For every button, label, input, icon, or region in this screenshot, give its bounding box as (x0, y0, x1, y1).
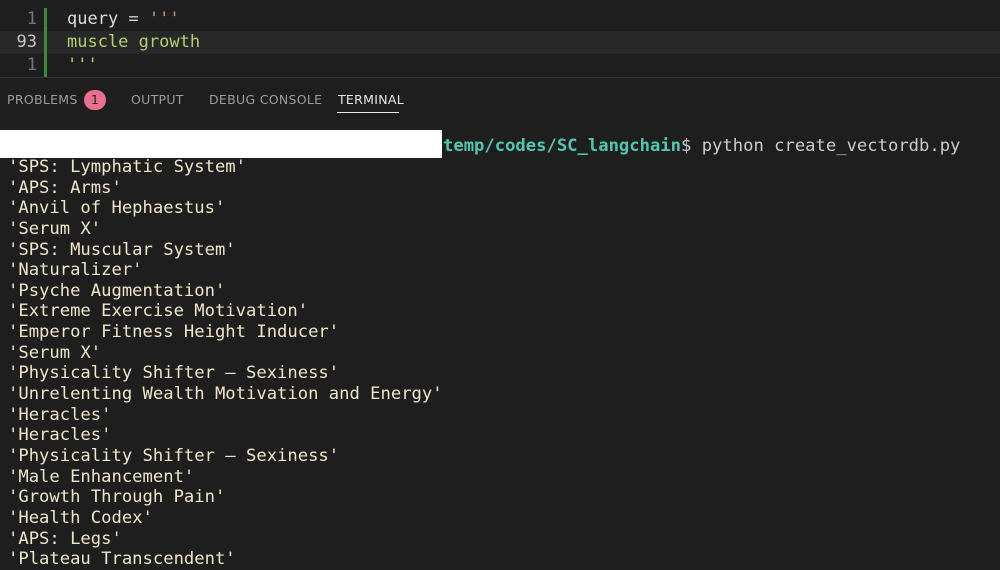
output-line: 'APS: Legs' (8, 528, 122, 549)
terminal-output: 'SPS: Lymphatic System' 'APS: Arms' 'Anv… (8, 157, 443, 570)
output-line: 'Heracles' (8, 404, 112, 425)
code-line[interactable]: 1 query = ''' (0, 8, 1000, 31)
output-line: 'Psyche Augmentation' (8, 280, 226, 301)
output-line: 'Extreme Exercise Motivation' (8, 301, 309, 322)
indent-guide (44, 54, 47, 77)
string-token: ''' (148, 9, 180, 29)
panel-tabs: PROBLEMS OUTPUT DEBUG CONSOLE TERMINAL (0, 78, 1000, 120)
code-text: query = ''' (67, 8, 180, 31)
indent-guide (44, 31, 47, 54)
output-line: 'Male Enhancement' (8, 466, 195, 487)
tab-debug-console[interactable]: DEBUG CONSOLE (209, 92, 322, 108)
output-line: 'Physicality Shifter – Sexiness' (8, 445, 340, 466)
variable-token: query (67, 9, 119, 29)
operator-token: = (118, 9, 149, 29)
redacted-prompt-prefix (0, 130, 442, 158)
output-line: 'Emperor Fitness Height Inducer' (8, 322, 340, 343)
prompt-line: temp/codes/SC_langchain$ python create_v… (443, 134, 960, 158)
output-line: 'Physicality Shifter – Sexiness' (8, 363, 340, 384)
output-line: 'Heracles' (8, 425, 112, 446)
code-line[interactable]: 1 ''' (0, 54, 1000, 77)
output-line: 'Anvil of Hephaestus' (8, 198, 226, 219)
prompt-command: python create_vectordb.py (691, 136, 961, 156)
output-line: 'Health Codex' (8, 507, 153, 528)
output-line: 'APS: Arms' (8, 177, 122, 198)
vscode-window: 2 1 query = ''' 93 muscle growth 1 ''' P… (0, 0, 1000, 570)
code-editor[interactable]: 2 1 query = ''' 93 muscle growth 1 ''' (0, 0, 1000, 77)
tab-problems[interactable]: PROBLEMS (7, 92, 78, 108)
active-tab-indicator (337, 112, 399, 113)
terminal[interactable]: temp/codes/SC_langchain$ python create_v… (0, 120, 1000, 570)
line-number: 1 (26, 9, 37, 29)
output-line: 'Serum X' (8, 218, 102, 239)
code-line-partial: 2 (0, 0, 1000, 3)
output-line: 'Serum X' (8, 342, 102, 363)
output-line: 'SPS: Lymphatic System' (8, 157, 246, 177)
prompt-symbol: $ (681, 136, 692, 156)
tab-terminal[interactable]: TERMINAL (338, 92, 404, 108)
tab-output[interactable]: OUTPUT (131, 92, 184, 108)
code-text: ''' (67, 55, 98, 75)
output-line: 'SPS: Muscular System' (8, 239, 236, 260)
output-line: 'Naturalizer' (8, 260, 143, 281)
line-number: 93 (16, 32, 37, 52)
code-line-current[interactable]: 93 muscle growth (0, 31, 1000, 54)
output-line: 'Growth Through Pain' (8, 487, 226, 508)
code-text: muscle growth (67, 32, 201, 52)
output-line: 'Unrelenting Wealth Motivation and Energ… (8, 384, 443, 405)
line-number: 1 (26, 55, 37, 75)
line-number: 2 (27, 0, 37, 3)
indent-guide (44, 8, 47, 31)
prompt-path: temp/codes/SC_langchain (443, 136, 681, 156)
output-line: 'Plateau Transcendent' (8, 549, 236, 570)
problems-count-badge: 1 (84, 90, 106, 110)
